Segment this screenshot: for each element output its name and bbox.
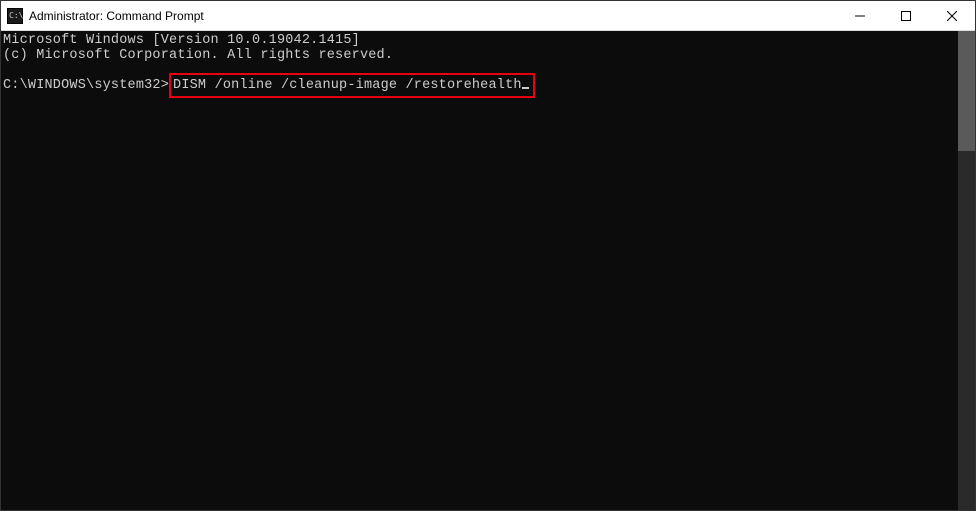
command-prompt-window: C:\ Administrator: Command Prompt Micros… (0, 0, 976, 511)
command-highlight: DISM /online /cleanup-image /restoreheal… (169, 73, 535, 98)
svg-text:C:\: C:\ (9, 11, 23, 20)
minimize-button[interactable] (837, 1, 883, 31)
terminal-prompt: C:\WINDOWS\system32> (3, 78, 169, 93)
terminal-line-1: Microsoft Windows [Version 10.0.19042.14… (3, 33, 360, 48)
window-title: Administrator: Command Prompt (29, 9, 204, 23)
vertical-scrollbar[interactable] (958, 31, 975, 510)
window-controls (837, 1, 975, 31)
titlebar[interactable]: C:\ Administrator: Command Prompt (1, 1, 975, 31)
terminal-command: DISM /online /cleanup-image /restoreheal… (173, 78, 522, 93)
text-cursor (522, 87, 529, 89)
terminal-line-2: (c) Microsoft Corporation. All rights re… (3, 48, 393, 63)
maximize-button[interactable] (883, 1, 929, 31)
cmd-icon: C:\ (7, 8, 23, 24)
scrollbar-thumb[interactable] (958, 31, 975, 151)
terminal-content[interactable]: Microsoft Windows [Version 10.0.19042.14… (1, 31, 958, 510)
close-button[interactable] (929, 1, 975, 31)
terminal-area[interactable]: Microsoft Windows [Version 10.0.19042.14… (1, 31, 975, 510)
